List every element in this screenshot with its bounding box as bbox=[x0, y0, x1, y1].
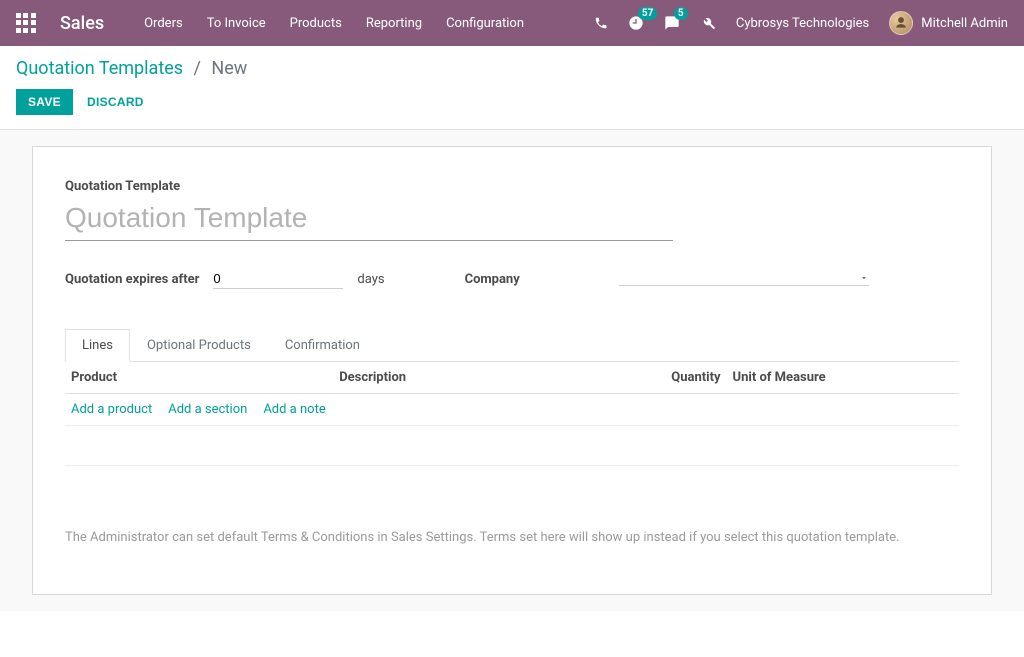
company-select[interactable] bbox=[619, 273, 869, 286]
nav-products[interactable]: Products bbox=[290, 16, 342, 31]
timer-badge: 57 bbox=[638, 7, 657, 20]
chat-icon[interactable]: 5 bbox=[664, 15, 680, 31]
user-menu[interactable]: Mitchell Admin bbox=[889, 11, 1008, 35]
col-quantity: Quantity bbox=[619, 362, 726, 394]
template-name-input[interactable] bbox=[65, 198, 673, 241]
chat-badge: 5 bbox=[674, 7, 688, 20]
timer-icon[interactable]: 57 bbox=[628, 15, 644, 31]
avatar bbox=[889, 11, 913, 35]
nav-to-invoice[interactable]: To Invoice bbox=[207, 16, 266, 31]
add-product-link[interactable]: Add a product bbox=[71, 402, 152, 417]
col-description: Description bbox=[333, 362, 619, 394]
discard-button[interactable]: DISCARD bbox=[87, 95, 144, 109]
tools-icon[interactable] bbox=[700, 15, 716, 31]
expires-unit: days bbox=[357, 272, 384, 287]
col-product: Product bbox=[65, 362, 333, 394]
add-note-link[interactable]: Add a note bbox=[263, 402, 325, 417]
title-label: Quotation Template bbox=[65, 179, 959, 194]
expires-label: Quotation expires after bbox=[65, 272, 199, 287]
breadcrumb: Quotation Templates / New bbox=[16, 58, 1008, 79]
breadcrumb-current: New bbox=[211, 58, 247, 79]
company-label: Company bbox=[465, 272, 605, 287]
terms-textarea[interactable] bbox=[65, 530, 959, 570]
nav-configuration[interactable]: Configuration bbox=[446, 16, 524, 31]
apps-icon[interactable] bbox=[16, 13, 36, 33]
lines-table: Product Description Quantity Unit of Mea… bbox=[65, 362, 959, 506]
form-sheet: Quotation Template Quotation expires aft… bbox=[32, 146, 992, 595]
breadcrumb-sep: / bbox=[194, 58, 201, 79]
app-brand[interactable]: Sales bbox=[60, 13, 104, 34]
save-button[interactable]: SAVE bbox=[16, 89, 73, 115]
company-switcher[interactable]: Cybrosys Technologies bbox=[736, 16, 869, 31]
expires-input[interactable] bbox=[213, 269, 343, 289]
phone-icon[interactable] bbox=[594, 16, 608, 30]
col-uom: Unit of Measure bbox=[727, 362, 959, 394]
nav-orders[interactable]: Orders bbox=[144, 16, 183, 31]
chevron-down-icon bbox=[859, 273, 869, 283]
tab-confirmation[interactable]: Confirmation bbox=[268, 329, 377, 362]
add-section-link[interactable]: Add a section bbox=[168, 402, 247, 417]
tab-optional-products[interactable]: Optional Products bbox=[130, 329, 268, 362]
nav-reporting[interactable]: Reporting bbox=[366, 16, 422, 31]
breadcrumb-parent[interactable]: Quotation Templates bbox=[16, 58, 183, 79]
tab-lines[interactable]: Lines bbox=[65, 329, 130, 362]
user-name: Mitchell Admin bbox=[921, 16, 1008, 31]
